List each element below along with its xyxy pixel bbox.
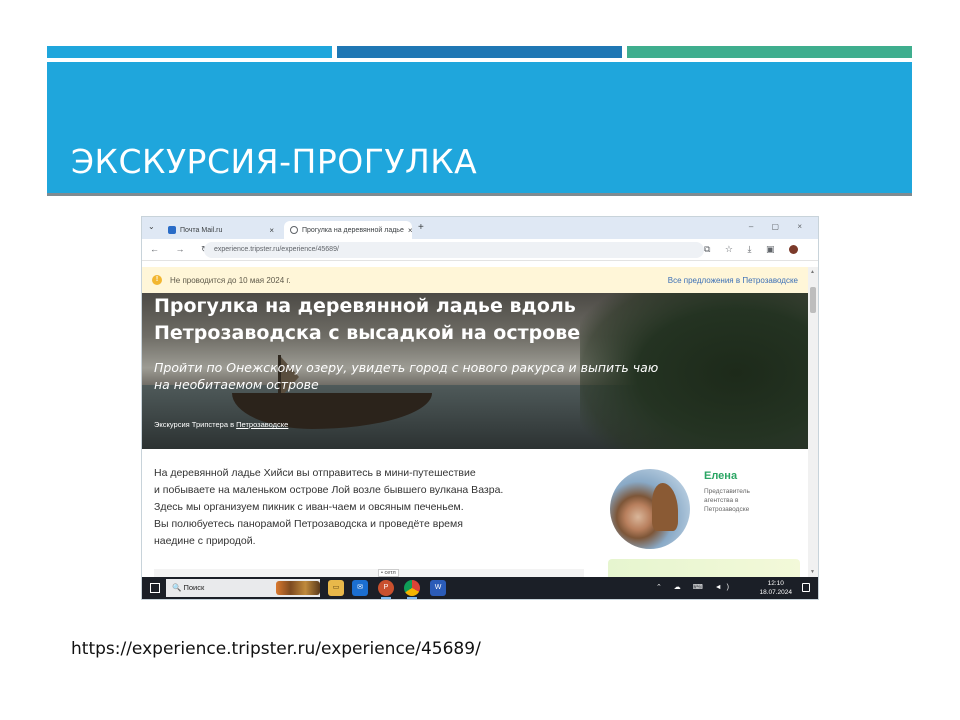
tour-title: Прогулка на деревянной ладье вдоль Петро… bbox=[154, 295, 581, 344]
toolbar-glyphs[interactable]: ⧉ ☆ ⤓ ▣ bbox=[704, 244, 780, 254]
mail-icon bbox=[168, 226, 176, 234]
tour-description: На деревянной ладье Хийси вы отправитесь… bbox=[154, 467, 504, 547]
scroll-thumb[interactable] bbox=[810, 287, 816, 313]
guide-role: Представитель агентства в Петрозаводске bbox=[704, 488, 750, 513]
header-stripe-1 bbox=[47, 46, 332, 58]
new-tab-button[interactable]: + bbox=[418, 222, 424, 233]
breadcrumb-city-link[interactable]: Петрозаводске bbox=[236, 420, 288, 429]
header-stripe-2 bbox=[337, 46, 622, 58]
tab-strip: ⌄ Почта Mail.ru × Прогулка на деревянной… bbox=[142, 217, 818, 239]
all-offers-link[interactable]: Все предложения в Петрозаводске bbox=[668, 276, 798, 285]
search-placeholder: Поиск bbox=[183, 583, 205, 592]
notice-banner: ! Не проводится до 10 мая 2024 г. Все пр… bbox=[142, 267, 810, 293]
clock[interactable]: 12:10 18.07.2024 bbox=[759, 579, 792, 597]
notice-text: Не проводится до 10 мая 2024 г. bbox=[170, 276, 291, 285]
file-explorer-icon[interactable]: ▭ bbox=[328, 580, 344, 596]
taskbar-search[interactable]: 🔍 Поиск bbox=[166, 579, 320, 597]
profile-avatar-icon[interactable] bbox=[789, 245, 798, 255]
address-bar: ← → ↻ experience.tripster.ru/experience/… bbox=[142, 239, 818, 261]
start-button[interactable] bbox=[150, 583, 160, 593]
browser-screenshot: ⌄ Почта Mail.ru × Прогулка на деревянной… bbox=[141, 216, 819, 600]
windows-taskbar: 🔍 Поиск ▭ ✉ P W ⌃ ☁ ⌨ ◄) 12:10 18.07.202… bbox=[142, 577, 818, 599]
breadcrumb-prefix: Экскурсия Трипстера в bbox=[154, 420, 237, 429]
page-scrollbar[interactable]: ▲ ▼ bbox=[808, 267, 818, 577]
search-highlight-image bbox=[276, 581, 320, 595]
clock-date: 18.07.2024 bbox=[759, 589, 792, 596]
toolbar-icons[interactable]: ⧉ ☆ ⤓ ▣ bbox=[704, 244, 798, 255]
tab-search-icon[interactable]: ⌄ bbox=[148, 222, 155, 231]
tab-tripster[interactable]: Прогулка на деревянной ладье × bbox=[284, 221, 412, 239]
compass-icon bbox=[290, 226, 298, 234]
dragon-figurehead bbox=[652, 483, 678, 531]
close-icon[interactable]: × bbox=[408, 226, 412, 235]
breadcrumb: Экскурсия Трипстера в Петрозаводске bbox=[154, 420, 288, 429]
url-input[interactable]: experience.tripster.ru/experience/45689/ bbox=[204, 242, 704, 258]
tab-mail[interactable]: Почта Mail.ru × bbox=[162, 221, 280, 239]
guide-avatar[interactable] bbox=[610, 469, 690, 549]
tab-label: Прогулка на деревянной ладье bbox=[302, 226, 404, 234]
powerpoint-icon[interactable]: P bbox=[378, 580, 394, 599]
content-block-label: • сетл bbox=[378, 569, 399, 577]
mail-app-icon[interactable]: ✉ bbox=[352, 580, 368, 596]
chrome-icon[interactable] bbox=[404, 580, 420, 599]
title-band: ЭКСКУРСИЯ-ПРОГУЛКА bbox=[47, 62, 912, 196]
notifications-icon[interactable] bbox=[802, 583, 810, 592]
search-icon: 🔍 bbox=[172, 583, 182, 592]
system-tray[interactable]: ⌃ ☁ ⌨ ◄) bbox=[656, 583, 734, 591]
hero-banner: Прогулка на деревянной ладье вдоль Петро… bbox=[142, 293, 810, 449]
close-icon[interactable]: × bbox=[269, 226, 274, 235]
guide-name[interactable]: Елена bbox=[704, 470, 737, 482]
scroll-up-icon[interactable]: ▲ bbox=[810, 269, 815, 275]
source-url[interactable]: https://experience.tripster.ru/experienc… bbox=[71, 639, 481, 659]
slide-title: ЭКСКУРСИЯ-ПРОГУЛКА bbox=[71, 142, 478, 181]
tab-label: Почта Mail.ru bbox=[180, 226, 223, 234]
warning-icon: ! bbox=[152, 275, 162, 285]
window-controls[interactable]: – ▢ × bbox=[749, 222, 810, 231]
clock-time: 12:10 bbox=[767, 580, 784, 587]
tour-subtitle: Пройти по Онежскому озеру, увидеть город… bbox=[154, 360, 659, 392]
scroll-down-icon[interactable]: ▼ bbox=[810, 569, 815, 575]
header-stripe-3 bbox=[627, 46, 912, 58]
word-icon[interactable]: W bbox=[430, 580, 446, 596]
